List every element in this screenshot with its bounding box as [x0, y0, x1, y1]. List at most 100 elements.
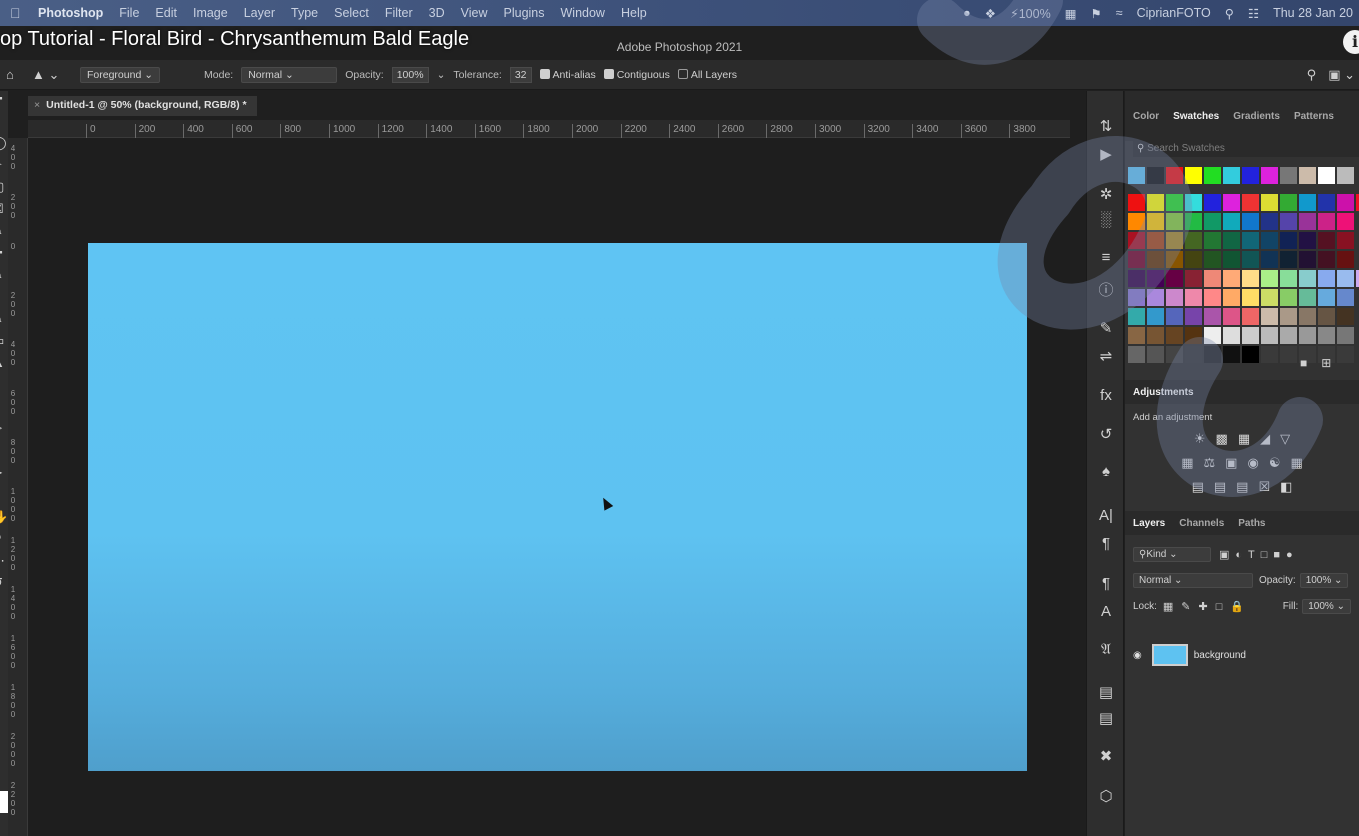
tab-adjustments[interactable]: Adjustments — [1133, 387, 1194, 398]
layer-fill-input[interactable]: 100% ⌄ — [1302, 598, 1351, 614]
brush-settings-icon[interactable]: ✎ — [1087, 319, 1125, 337]
menu-filter[interactable]: Filter — [377, 6, 421, 20]
filter-kind-dropdown[interactable]: ⚲Kind ⌄ — [1133, 546, 1211, 562]
color-swatch[interactable] — [1299, 308, 1316, 325]
color-swatch[interactable] — [1147, 346, 1164, 363]
color-swatch[interactable] — [1147, 194, 1164, 211]
color-swatch[interactable] — [1166, 308, 1183, 325]
color-swatch[interactable] — [1299, 270, 1316, 287]
search-icon[interactable]: ⚲ — [1307, 67, 1317, 83]
marquee-tool-icon[interactable]: □ — [0, 113, 8, 135]
tab-layers[interactable]: Layers — [1133, 518, 1165, 529]
color-swatch[interactable] — [1318, 232, 1335, 249]
vibrance-icon[interactable]: ▽ — [1280, 431, 1290, 447]
menu-photoshop[interactable]: Photoshop — [30, 6, 111, 20]
clone-source-icon[interactable]: ↺ — [1087, 425, 1125, 443]
anti-alias-checkbox[interactable]: Anti-alias — [539, 68, 596, 81]
all-layers-checkbox[interactable]: All Layers — [677, 68, 737, 81]
color-swatch[interactable] — [1128, 167, 1145, 184]
color-swatch[interactable] — [1280, 270, 1297, 287]
color-swatch[interactable] — [1280, 232, 1297, 249]
color-swatch[interactable] — [1185, 289, 1202, 306]
color-swatch[interactable] — [1337, 327, 1354, 344]
menu-select[interactable]: Select — [326, 6, 377, 20]
color-swatch[interactable] — [1261, 289, 1278, 306]
color-swatch[interactable] — [1223, 167, 1240, 184]
color-swatch[interactable] — [1223, 270, 1240, 287]
quick-select-tool-icon[interactable]: ✦ — [0, 157, 8, 179]
spotlight-search-icon[interactable]: ⚲ — [1225, 6, 1234, 21]
zoom-tool-icon[interactable]: ⚲ — [0, 531, 8, 553]
color-swatch[interactable] — [1204, 346, 1221, 363]
menu-help[interactable]: Help — [613, 6, 655, 20]
color-swatch[interactable] — [1242, 270, 1259, 287]
app-icon[interactable]: ▦ — [1065, 6, 1077, 21]
paragraph-styles-icon[interactable]: ¶ — [1087, 575, 1125, 592]
history-icon[interactable]: ⇅ — [1087, 117, 1125, 135]
control-center-icon[interactable]: ☷ — [1248, 6, 1259, 21]
color-swatch[interactable] — [1223, 308, 1240, 325]
color-swatch[interactable] — [1185, 251, 1202, 268]
layer-item-background[interactable]: ◉ background — [1125, 639, 1359, 671]
3d-icon[interactable]: ⬡ — [1087, 787, 1125, 805]
color-swatch[interactable] — [1128, 194, 1145, 211]
record-icon[interactable]: ● — [963, 6, 971, 20]
apple-icon[interactable]:  — [10, 5, 30, 21]
color-swatch[interactable] — [1204, 327, 1221, 344]
character-icon[interactable]: A| — [1087, 507, 1125, 524]
tools-icon[interactable]: ✖ — [1087, 747, 1125, 765]
color-swatch[interactable] — [1147, 289, 1164, 306]
color-swatch[interactable] — [1185, 346, 1202, 363]
color-swatch[interactable] — [1299, 213, 1316, 230]
tab-gradients[interactable]: Gradients — [1233, 111, 1280, 122]
color-swatch[interactable] — [1223, 232, 1240, 249]
tab-paths[interactable]: Paths — [1238, 518, 1265, 529]
document-canvas[interactable] — [88, 243, 1027, 771]
color-swatch[interactable] — [1128, 213, 1145, 230]
lock-icons[interactable]: ▦✎✚□🔒 — [1163, 600, 1252, 613]
dodge-tool-icon[interactable]: ● — [0, 399, 8, 421]
color-swatch[interactable] — [1223, 327, 1240, 344]
color-swatch[interactable] — [1337, 346, 1354, 363]
color-swatch[interactable] — [1166, 251, 1183, 268]
move-tool-icon[interactable]: ✚ — [0, 91, 8, 113]
color-swatch[interactable] — [1147, 251, 1164, 268]
color-swatch[interactable] — [1261, 232, 1278, 249]
tab-channels[interactable]: Channels — [1179, 518, 1224, 529]
color-swatch[interactable] — [1128, 289, 1145, 306]
color-swatch[interactable] — [1337, 232, 1354, 249]
color-swatch[interactable] — [1147, 167, 1164, 184]
color-swatch[interactable] — [1128, 308, 1145, 325]
menu-3d[interactable]: 3D — [421, 6, 453, 20]
color-swatch[interactable] — [1280, 213, 1297, 230]
color-swatch[interactable] — [1147, 270, 1164, 287]
color-swatch[interactable] — [1299, 289, 1316, 306]
user-name[interactable]: CiprianFOTO — [1137, 6, 1211, 20]
battery-indicator[interactable]: ⚡100% — [1010, 6, 1051, 21]
document-tab[interactable]: × Untitled-1 @ 50% (background, RGB/8) * — [28, 96, 257, 116]
color-swatch[interactable] — [1299, 167, 1316, 184]
color-swatch[interactable] — [1204, 213, 1221, 230]
menu-plugins[interactable]: Plugins — [496, 6, 553, 20]
color-swatch[interactable] — [1242, 308, 1259, 325]
info-circle-icon[interactable]: ⓘ — [1087, 279, 1125, 300]
path-select-tool-icon[interactable]: ➤ — [0, 465, 8, 487]
stamp-tool-icon[interactable]: ♠ — [0, 289, 8, 311]
close-tab-icon[interactable]: × — [34, 99, 40, 111]
swap-colors-icon[interactable]: ↺ — [0, 575, 8, 597]
type-tool-icon[interactable]: T — [0, 443, 8, 465]
color-swatch[interactable] — [1166, 213, 1183, 230]
color-swatch[interactable] — [1185, 167, 1202, 184]
hue-saturation-icon[interactable]: ▦ — [1181, 455, 1193, 471]
color-swatch[interactable] — [1128, 232, 1145, 249]
paragraph-icon[interactable]: ¶ — [1087, 535, 1125, 552]
color-swatch[interactable] — [1204, 251, 1221, 268]
color-swatch[interactable] — [1337, 167, 1354, 184]
history-brush-icon[interactable]: ✎ — [0, 311, 8, 333]
styles-fx-icon[interactable]: fx — [1087, 387, 1125, 404]
color-swatch[interactable] — [1261, 270, 1278, 287]
blur-tool-icon[interactable]: ● — [0, 377, 8, 399]
color-swatch[interactable] — [1280, 308, 1297, 325]
tab-swatches[interactable]: Swatches — [1173, 111, 1219, 122]
color-swatch[interactable] — [1223, 251, 1240, 268]
